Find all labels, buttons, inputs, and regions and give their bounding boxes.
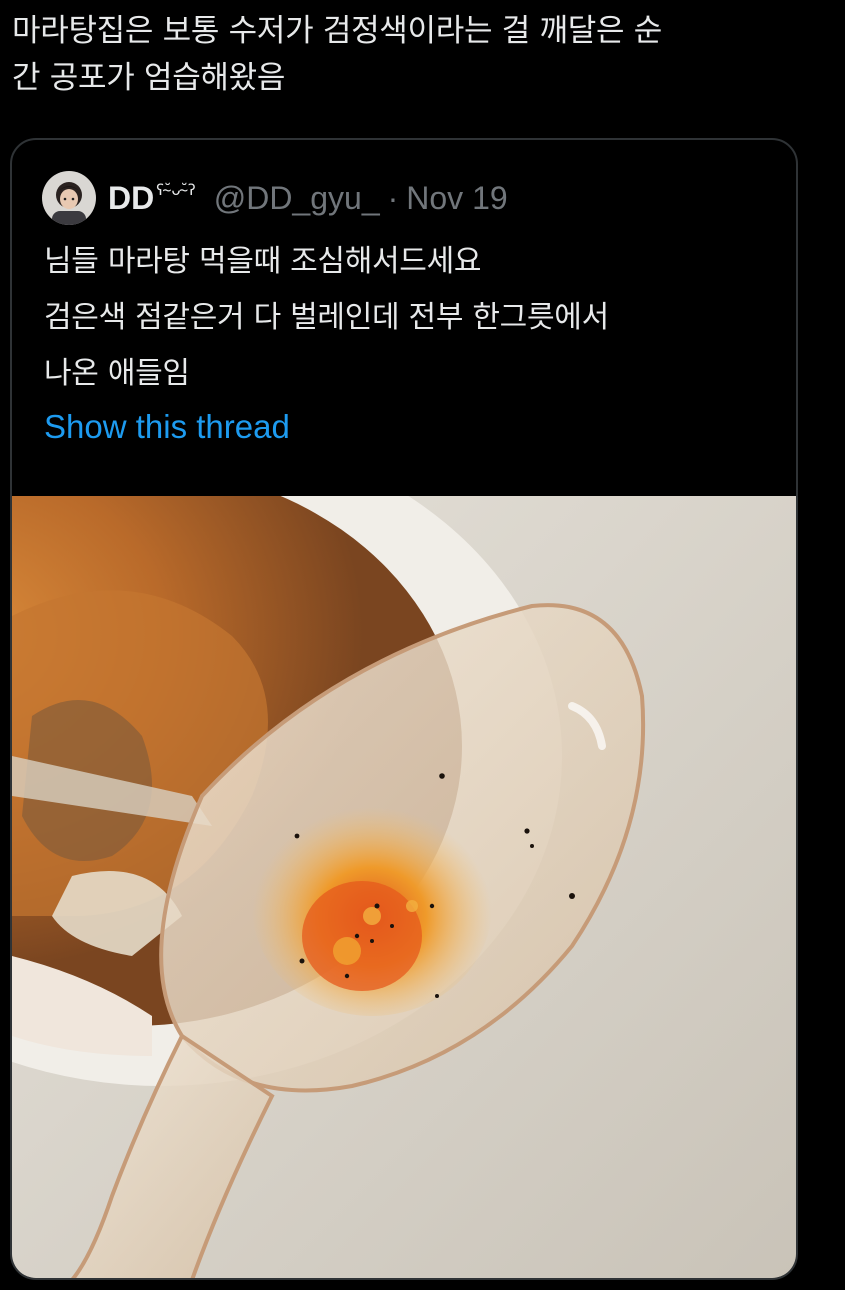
quoted-text-line: 검은색 점같은거 다 벌레인데 전부 한그릇에서 xyxy=(44,300,609,335)
quoted-tweet-card[interactable]: DD ʕ˘̴ᴗ˘̴ʔ @DD_gyu_ · Nov 19 님들 마라탕 먹을때 … xyxy=(10,138,798,1280)
tweet-media-photo[interactable] xyxy=(12,496,796,1278)
name-emoji: ʕ˘̴ᴗ˘̴ʔ xyxy=(156,181,196,199)
show-thread-link[interactable]: Show this thread xyxy=(44,408,290,446)
quoted-text-line: 나온 애들임 xyxy=(44,356,190,391)
tweet-text-line: 간 공포가 엄습해왔음 xyxy=(12,60,286,96)
photo-of-spoon-with-broth-icon xyxy=(12,496,796,1278)
tweet-text-line: 마라탕집은 보통 수저가 검정색이라는 걸 깨달은 순 xyxy=(12,13,662,49)
tweet-body: 마라탕집은 보통 수저가 검정색이라는 걸 깨달은 순 간 공포가 엄습해왔음 xyxy=(12,8,812,102)
avatar[interactable] xyxy=(42,171,96,225)
quoted-tweet-body: 님들 마라탕 먹을때 조심해서드세요 검은색 점같은거 다 벌레인데 전부 한그… xyxy=(44,234,784,402)
display-name[interactable]: DD xyxy=(108,180,154,217)
user-handle[interactable]: @DD_gyu_ xyxy=(214,180,380,217)
quoted-tweet-header: DD ʕ˘̴ᴗ˘̴ʔ @DD_gyu_ · Nov 19 xyxy=(42,170,508,226)
avatar-image xyxy=(42,171,96,225)
tweet-date[interactable]: Nov 19 xyxy=(406,180,507,217)
separator-dot: · xyxy=(387,179,399,216)
quoted-text-line: 님들 마라탕 먹을때 조심해서드세요 xyxy=(44,244,482,279)
